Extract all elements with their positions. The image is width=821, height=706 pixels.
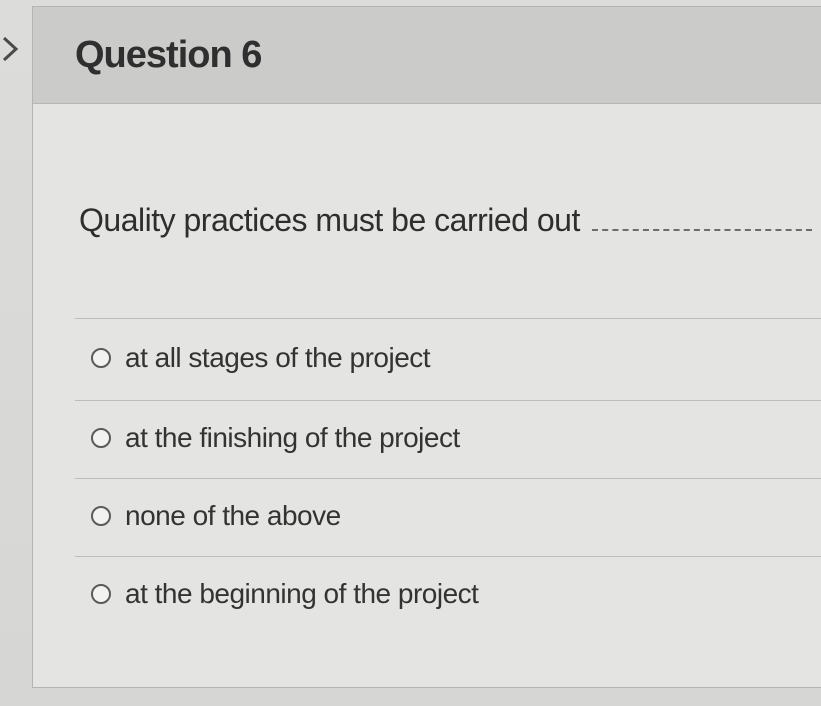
divider	[75, 478, 821, 479]
radio-button[interactable]	[91, 348, 111, 368]
question-prompt: Quality practices must be carried out	[79, 202, 812, 239]
divider	[75, 556, 821, 557]
question-header: Question 6	[33, 7, 821, 104]
chevron-right-icon[interactable]	[0, 34, 22, 64]
option-3[interactable]: none of the above	[91, 500, 341, 532]
option-label: at the beginning of the project	[125, 578, 479, 609]
question-title: Question 6	[75, 33, 262, 76]
option-2[interactable]: at the finishing of the project	[91, 422, 460, 454]
radio-button[interactable]	[91, 428, 111, 448]
divider	[75, 318, 821, 319]
option-label: at the finishing of the project	[125, 422, 460, 453]
question-card: Question 6 Quality practices must be car…	[32, 6, 821, 688]
answer-blank	[591, 229, 812, 231]
option-label: at all stages of the project	[125, 342, 431, 373]
divider	[75, 400, 821, 401]
option-1[interactable]: at all stages of the project	[91, 342, 431, 374]
question-text: Quality practices must be carried out	[79, 202, 580, 238]
option-4[interactable]: at the beginning of the project	[91, 578, 479, 610]
quiz-page: Question 6 Quality practices must be car…	[0, 0, 821, 706]
radio-button[interactable]	[91, 584, 111, 604]
option-label: none of the above	[125, 500, 341, 531]
radio-button[interactable]	[91, 506, 111, 526]
